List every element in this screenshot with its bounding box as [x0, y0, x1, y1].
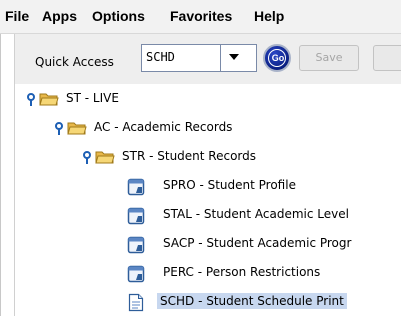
- navigation-tree: ST - LIVE AC - Academic Records STR - St…: [14, 84, 401, 316]
- folder-open-icon: [95, 151, 115, 164]
- application-window: File Apps Options Favorites Help Quick A…: [0, 0, 401, 316]
- menu-file[interactable]: File: [5, 8, 29, 24]
- tree-node-label: SPRO - Student Profile: [163, 178, 296, 192]
- document-icon: [128, 293, 144, 312]
- form-window-icon: [127, 265, 145, 283]
- tree-node-perc[interactable]: PERC - Person Restrictions: [15, 262, 401, 284]
- go-button-ring: Go: [268, 49, 286, 67]
- tree-node-label: STR - Student Records: [122, 149, 257, 163]
- go-button[interactable]: Go: [263, 44, 291, 72]
- tree-node-schd[interactable]: SCHD - Student Schedule Print: [15, 291, 401, 313]
- go-button-label: Go: [271, 53, 285, 63]
- tree-expander-key-icon[interactable]: [82, 151, 92, 165]
- toolbar-button-partial[interactable]: [373, 45, 401, 71]
- tree-node-str-student-records[interactable]: STR - Student Records: [15, 146, 401, 168]
- folder-open-icon: [39, 93, 59, 106]
- save-button-label: Save: [315, 51, 343, 64]
- chevron-down-icon[interactable]: [228, 53, 240, 61]
- tree-node-label-selected: SCHD - Student Schedule Print: [157, 293, 347, 309]
- tree-node-st-live[interactable]: ST - LIVE: [15, 88, 401, 110]
- form-window-icon: [127, 236, 145, 254]
- combo-divider: [220, 45, 221, 71]
- quick-access-label: Quick Access: [35, 55, 114, 69]
- tree-expander-key-icon[interactable]: [26, 93, 36, 107]
- tree-node-ac-academic-records[interactable]: AC - Academic Records: [15, 117, 401, 139]
- window-edge: [0, 0, 1, 316]
- quick-access-combobox[interactable]: SCHD: [141, 44, 257, 72]
- menu-bar: File Apps Options Favorites Help: [0, 0, 401, 34]
- tree-node-stal[interactable]: STAL - Student Academic Level: [15, 204, 401, 226]
- tree-node-spro[interactable]: SPRO - Student Profile: [15, 175, 401, 197]
- tree-node-label: ST - LIVE: [66, 91, 119, 105]
- tree-node-sacp[interactable]: SACP - Student Academic Progr: [15, 233, 401, 255]
- folder-open-icon: [67, 122, 87, 135]
- quick-access-input[interactable]: SCHD: [146, 50, 175, 64]
- form-window-icon: [127, 207, 145, 225]
- menu-apps[interactable]: Apps: [42, 8, 77, 24]
- tree-node-label: AC - Academic Records: [94, 120, 233, 134]
- quick-access-toolbar: Quick Access SCHD Go Save: [14, 34, 401, 84]
- menu-options[interactable]: Options: [92, 8, 145, 24]
- save-button[interactable]: Save: [299, 45, 359, 71]
- tree-node-label: PERC - Person Restrictions: [163, 265, 321, 279]
- tree-node-label: STAL - Student Academic Level: [163, 207, 349, 221]
- form-window-icon: [127, 178, 145, 196]
- menu-help[interactable]: Help: [254, 8, 284, 24]
- tree-node-label: SACP - Student Academic Progr: [163, 236, 352, 250]
- tree-expander-key-icon[interactable]: [54, 122, 64, 136]
- menu-favorites[interactable]: Favorites: [170, 8, 232, 24]
